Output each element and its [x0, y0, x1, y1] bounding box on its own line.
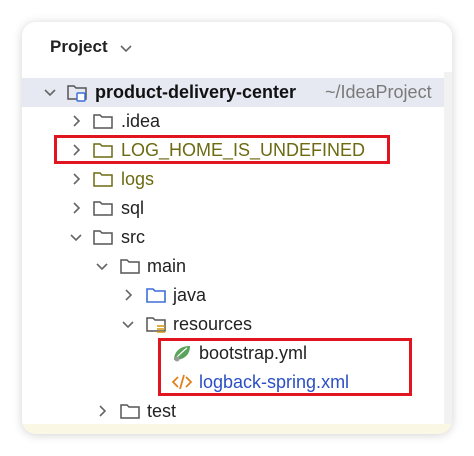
project-header: Project — [22, 22, 452, 72]
folder-label: resources — [173, 314, 253, 334]
chevron-right-icon[interactable] — [68, 171, 84, 187]
tree-row-java[interactable]: java — [22, 281, 444, 310]
resources-folder-icon — [146, 317, 166, 333]
bottom-strip — [22, 424, 452, 434]
tree-row-idea[interactable]: .idea — [22, 107, 444, 136]
chevron-right-icon[interactable] — [94, 403, 110, 419]
folder-label: .idea — [121, 111, 161, 131]
source-folder-icon — [146, 288, 166, 303]
folder-label: src — [121, 227, 145, 247]
folder-icon — [93, 172, 113, 187]
chevron-down-icon[interactable] — [42, 84, 58, 100]
folder-icon — [93, 201, 113, 216]
folder-label: java — [173, 285, 207, 305]
tree-row-logs[interactable]: logs — [22, 165, 444, 194]
tree-row-root[interactable]: product-delivery-center ~/IdeaProject — [22, 78, 444, 107]
tree-row-main[interactable]: main — [22, 252, 444, 281]
folder-label: sql — [121, 198, 145, 218]
project-name: product-delivery-center — [95, 82, 297, 102]
tree-row-resources[interactable]: resources — [22, 310, 444, 339]
tree-row-src[interactable]: src — [22, 223, 444, 252]
folder-icon — [120, 259, 140, 274]
project-tool-window: Project product-delivery-center ~/IdeaPr… — [22, 22, 452, 434]
folder-icon — [93, 230, 113, 245]
highlight-box-log-home — [54, 135, 390, 164]
chevron-down-icon[interactable] — [68, 229, 84, 245]
scrollbar-track[interactable] — [444, 72, 452, 434]
chevron-right-icon[interactable] — [68, 113, 84, 129]
chevron-down-icon[interactable] — [118, 40, 134, 56]
chevron-right-icon[interactable] — [68, 200, 84, 216]
folder-label: main — [147, 256, 187, 276]
chevron-right-icon[interactable] — [120, 287, 136, 303]
folder-icon — [120, 404, 140, 419]
chevron-down-icon[interactable] — [94, 258, 110, 274]
folder-label: test — [147, 401, 177, 421]
tree-row-sql[interactable]: sql — [22, 194, 444, 223]
highlight-box-config-files — [158, 338, 412, 396]
folder-label: logs — [121, 169, 155, 189]
tree-row-test[interactable]: test — [22, 397, 444, 426]
project-path: ~/IdeaProject — [325, 82, 432, 102]
module-folder-icon — [67, 85, 87, 102]
chevron-down-icon[interactable] — [120, 316, 136, 332]
project-view-title[interactable]: Project — [50, 37, 108, 57]
folder-icon — [93, 114, 113, 129]
